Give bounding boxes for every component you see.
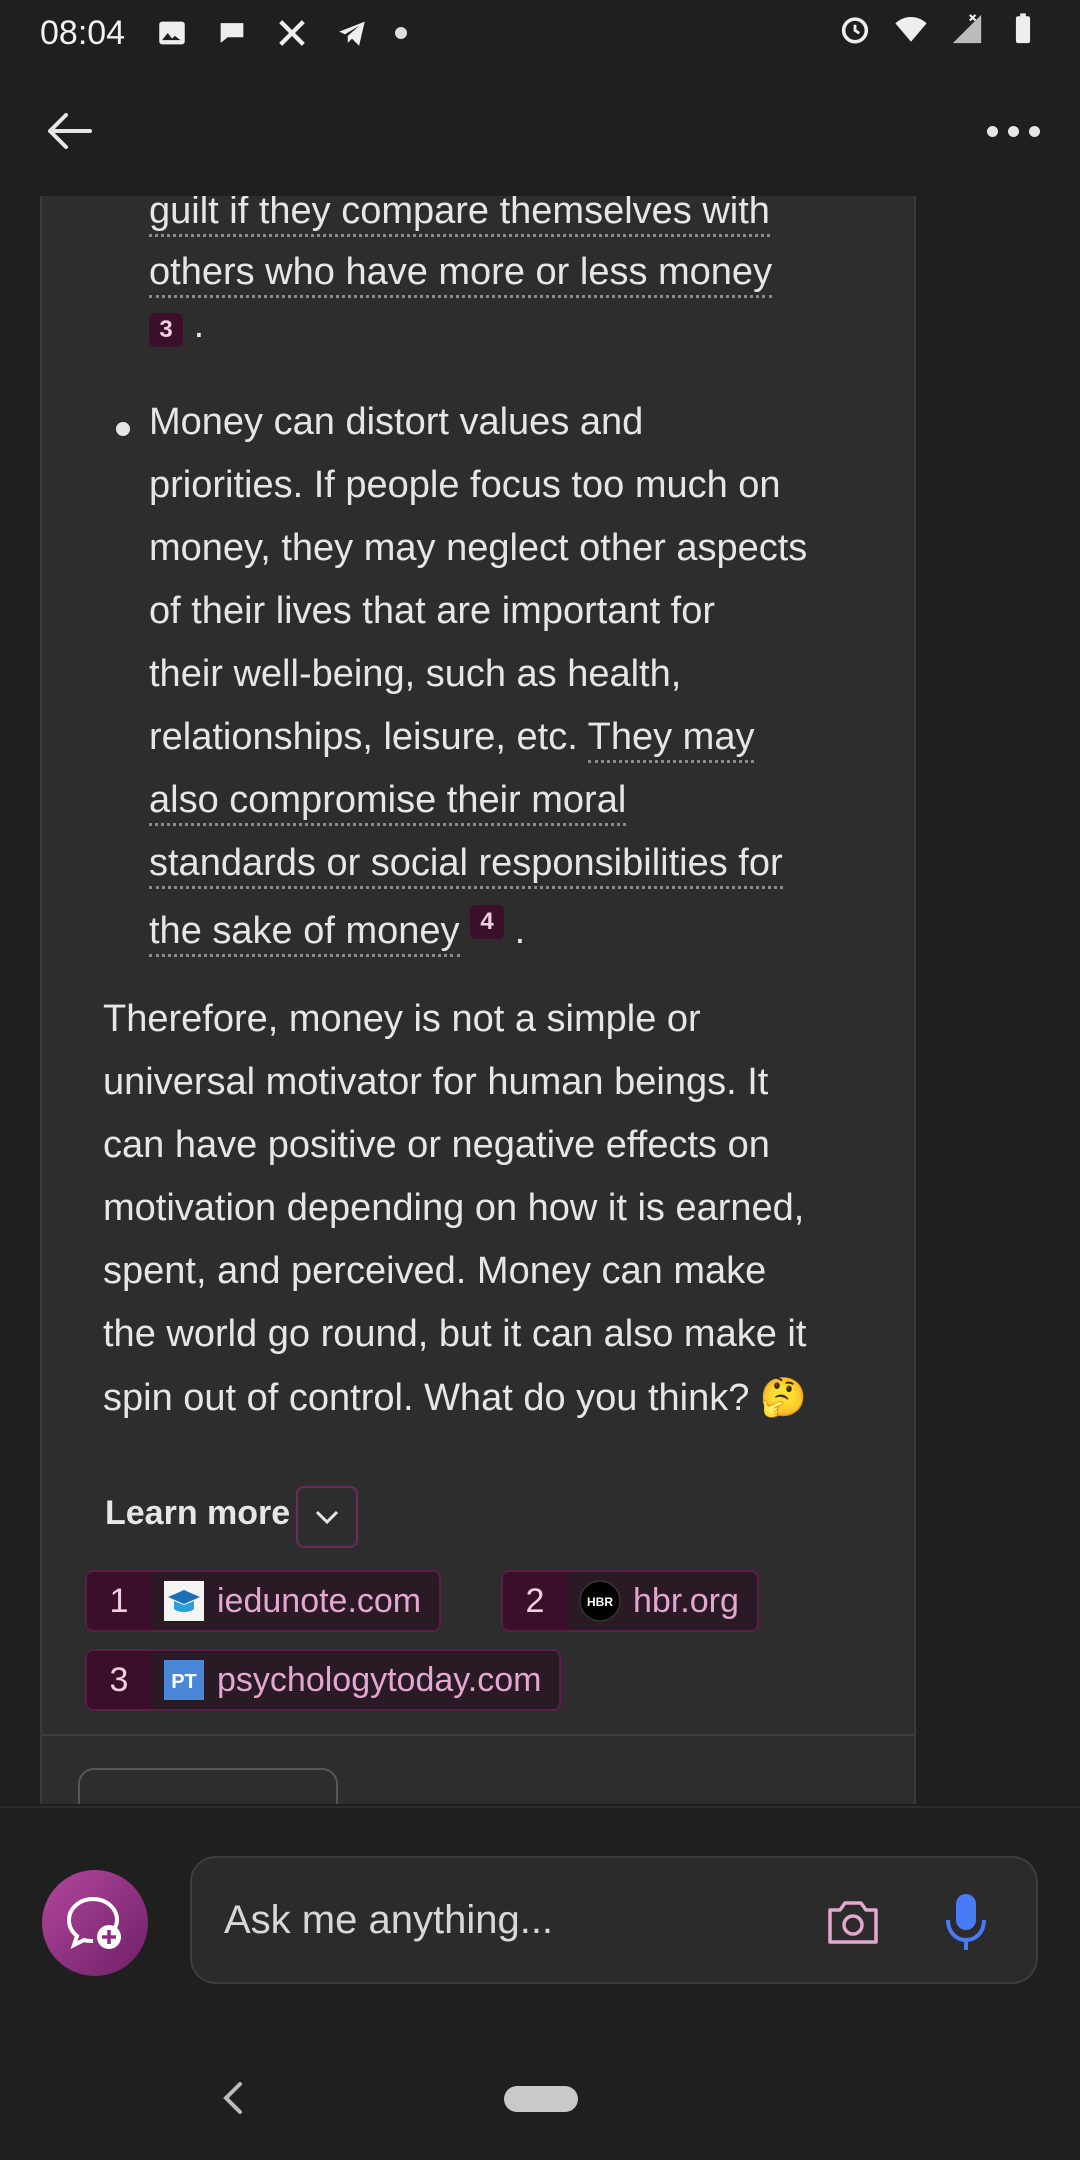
bullet-point bbox=[116, 422, 130, 436]
telegram-icon bbox=[339, 21, 365, 46]
paragraph-line: universal motivator for human beings. It bbox=[103, 1061, 769, 1103]
wifi-icon bbox=[895, 16, 927, 42]
list-item-line: money, they may neglect other aspects bbox=[149, 527, 808, 569]
paragraph-line: can have positive or negative effects on bbox=[103, 1124, 770, 1166]
citation-badge[interactable]: 3 bbox=[149, 313, 183, 347]
camera-icon[interactable] bbox=[826, 1896, 880, 1946]
paragraph-line: motivation depending on how it is earned… bbox=[103, 1187, 805, 1229]
cited-text[interactable]: also compromise their moral bbox=[149, 779, 627, 826]
chat-input-container bbox=[190, 1856, 1038, 1984]
chevron-down-icon bbox=[315, 1510, 339, 1525]
list-item-line: priorities. If people focus too much on bbox=[149, 464, 781, 506]
x-logo-icon bbox=[279, 20, 305, 46]
svg-text:HBR: HBR bbox=[587, 1595, 613, 1609]
more-options-button[interactable] bbox=[970, 116, 1040, 146]
source-link[interactable]: 3 PT psychologytoday.com bbox=[85, 1649, 562, 1711]
microphone-icon[interactable] bbox=[944, 1892, 988, 1952]
signal-icon bbox=[952, 14, 982, 44]
chat-input[interactable] bbox=[224, 1888, 804, 1952]
list-item-line: Money can distort values and bbox=[149, 401, 644, 443]
chat-bubble-icon bbox=[220, 23, 244, 43]
source-link[interactable]: 2 HBR hbr.org bbox=[501, 1570, 759, 1632]
list-item-line: their well-being, such as health, bbox=[149, 653, 682, 695]
paragraph-line: spent, and perceived. Money can make bbox=[103, 1250, 767, 1292]
more-horizontal-icon bbox=[987, 125, 998, 137]
cited-text[interactable]: standards or social responsibilities for bbox=[149, 842, 783, 889]
nav-back-icon[interactable] bbox=[218, 2080, 248, 2116]
learn-more-toggle[interactable] bbox=[296, 1486, 358, 1548]
paragraph-line: Therefore, money is not a simple or bbox=[103, 998, 701, 1040]
status-bar: 08:04 bbox=[0, 0, 1080, 66]
cited-text[interactable]: They may bbox=[587, 716, 755, 763]
paragraph-line: spin out of control. What do you think? … bbox=[103, 1377, 808, 1419]
citation-badge[interactable]: 4 bbox=[470, 905, 505, 939]
alarm-icon bbox=[841, 17, 869, 44]
arrow-left-icon[interactable] bbox=[40, 106, 100, 156]
new-topic-button[interactable] bbox=[42, 1870, 148, 1976]
new-chat-icon bbox=[66, 1897, 121, 1949]
learn-more-label: Learn more bbox=[105, 1494, 291, 1532]
clock: 08:04 bbox=[40, 13, 126, 52]
cited-text[interactable]: the sake of money bbox=[149, 910, 460, 957]
nav-home-handle[interactable] bbox=[504, 2086, 578, 2112]
top-app-bar bbox=[0, 66, 1080, 196]
cited-text[interactable]: others who have more or less money bbox=[149, 251, 773, 298]
list-item-line: of their lives that are important for bbox=[149, 590, 716, 632]
graduation-cap-icon bbox=[163, 1580, 205, 1622]
source-link[interactable]: 1 iedunote.com bbox=[85, 1570, 442, 1632]
paragraph-line: the world go round, but it can also make… bbox=[103, 1313, 807, 1355]
image-icon bbox=[159, 21, 185, 45]
hbr-logo-icon: HBR bbox=[579, 1580, 621, 1622]
svg-text:PT: PT bbox=[171, 1671, 197, 1693]
assistant-message-card: guilt if they compare themselves with ot… bbox=[40, 196, 916, 1804]
cited-text[interactable]: guilt if they compare themselves with bbox=[149, 196, 770, 237]
feedback-buttons[interactable] bbox=[78, 1768, 338, 1804]
notification-dot-icon bbox=[395, 27, 408, 39]
battery-icon bbox=[1015, 13, 1031, 44]
card-divider bbox=[42, 1734, 914, 1736]
pt-logo-icon: PT bbox=[163, 1659, 205, 1701]
